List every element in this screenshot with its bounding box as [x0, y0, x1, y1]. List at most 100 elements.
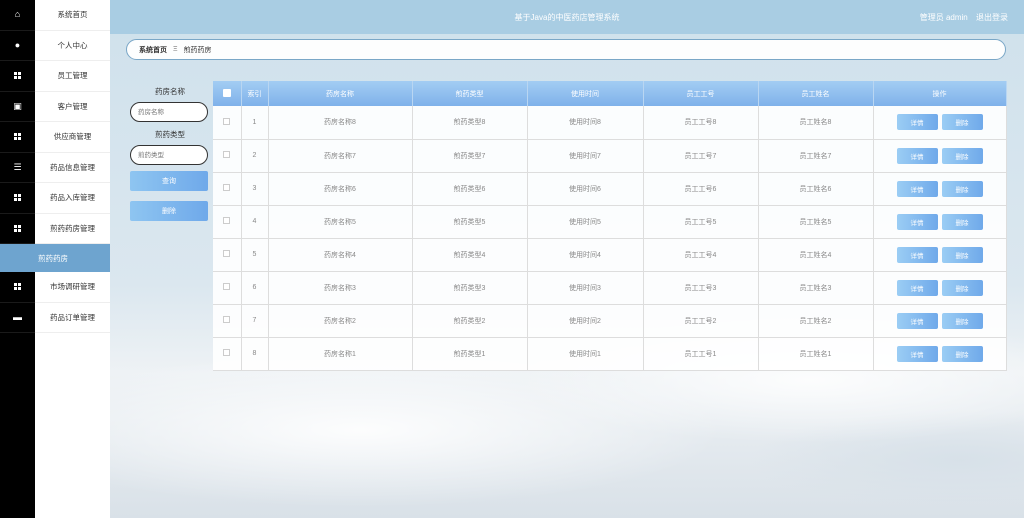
monitor-icon[interactable]: ▬	[0, 303, 35, 333]
row-actions: 详情 删除	[873, 172, 1007, 206]
row-emp-no: 员工工号7	[643, 139, 759, 173]
detail-button[interactable]: 详情	[896, 246, 938, 263]
row-actions: 详情 删除	[873, 337, 1007, 371]
home-icon[interactable]: ⌂	[0, 0, 35, 31]
user-area: 管理员 admin 退出登录	[914, 12, 1008, 23]
sidebar-item-profile[interactable]: 个人中心	[35, 31, 110, 61]
delete-button[interactable]: 删除	[941, 279, 983, 296]
type-search-input[interactable]	[130, 145, 208, 165]
row-time: 使用时间3	[527, 271, 644, 305]
column-header: 使用时间	[527, 81, 644, 106]
name-search-input[interactable]	[130, 102, 208, 122]
detail-button[interactable]: 详情	[896, 180, 938, 197]
search-panel: 药房名称 煎药类型 查询 删除	[130, 86, 210, 221]
row-checkbox-cell	[213, 271, 242, 305]
row-emp-no: 员工工号8	[643, 106, 759, 140]
list-icon[interactable]: ☰	[0, 153, 35, 183]
grid-icon[interactable]	[0, 272, 35, 303]
table-header-row: 索引 药房名称 煎药类型 使用时间 员工工号 员工姓名 操作	[213, 81, 1007, 106]
delete-button[interactable]: 删除	[941, 147, 983, 164]
row-time: 使用时间2	[527, 304, 644, 338]
select-all-checkbox[interactable]	[222, 88, 231, 97]
table-row: 4 药房名称5 煎药类型5 使用时间5 员工工号5 员工姓名5 详情 删除	[213, 205, 1007, 239]
row-checkbox-cell	[213, 205, 242, 239]
delete-button[interactable]: 删除	[941, 114, 983, 131]
type-label: 煎药类型	[155, 130, 185, 139]
grid-icon[interactable]	[0, 122, 35, 153]
batch-delete-button[interactable]: 删除	[130, 201, 208, 221]
row-emp-no: 员工工号2	[643, 304, 759, 338]
row-emp-no: 员工工号4	[643, 238, 759, 272]
row-checkbox[interactable]	[223, 316, 231, 323]
detail-button[interactable]: 详情	[896, 114, 938, 131]
breadcrumb: 系统首页 Ξ 煎药药房	[126, 39, 1006, 60]
detail-button[interactable]: 详情	[896, 345, 938, 362]
table-row: 3 药房名称6 煎药类型6 使用时间6 员工工号6 员工姓名6 详情 删除	[213, 172, 1007, 206]
select-all-cell[interactable]	[213, 81, 242, 106]
row-emp-no: 员工工号1	[643, 337, 759, 371]
row-checkbox[interactable]	[223, 349, 231, 356]
row-time: 使用时间8	[527, 106, 644, 140]
detail-button[interactable]: 详情	[896, 279, 938, 296]
sidebar-item-market-research[interactable]: 市场调研管理	[35, 272, 110, 303]
column-header: 操作	[873, 81, 1007, 106]
sidebar-item-decoction-room[interactable]: 煎药药房	[0, 244, 110, 272]
query-button[interactable]: 查询	[130, 171, 208, 191]
column-header: 员工姓名	[758, 81, 874, 106]
row-checkbox[interactable]	[223, 117, 231, 125]
row-emp-name: 员工姓名2	[758, 304, 874, 338]
row-time: 使用时间4	[527, 238, 644, 272]
row-actions: 详情 删除	[873, 271, 1007, 305]
row-checkbox[interactable]	[223, 151, 231, 158]
grid-icon[interactable]	[0, 214, 35, 244]
row-checkbox-cell	[213, 337, 242, 371]
row-emp-no: 员工工号3	[643, 271, 759, 305]
delete-button[interactable]: 删除	[941, 180, 983, 197]
row-emp-name: 员工姓名6	[758, 172, 874, 206]
row-type: 煎药类型4	[412, 238, 528, 272]
row-actions: 详情 删除	[873, 205, 1007, 239]
row-checkbox[interactable]	[223, 283, 231, 290]
detail-button[interactable]: 详情	[896, 213, 938, 230]
row-name: 药房名称1	[268, 337, 413, 371]
row-checkbox[interactable]	[223, 217, 231, 224]
row-checkbox[interactable]	[223, 250, 231, 257]
row-checkbox-cell	[213, 106, 242, 140]
grid-icon[interactable]	[0, 61, 35, 92]
delete-button[interactable]: 删除	[941, 246, 983, 263]
row-type: 煎药类型8	[412, 106, 528, 140]
sidebar-item-home[interactable]: 系统首页	[35, 0, 110, 31]
row-type: 煎药类型6	[412, 172, 528, 206]
delete-button[interactable]: 删除	[941, 312, 983, 329]
row-checkbox[interactable]	[223, 184, 231, 191]
sidebar-item-decoction-mgmt[interactable]: 煎药药房管理	[35, 214, 110, 244]
table-row: 1 药房名称8 煎药类型8 使用时间8 员工工号8 员工姓名8 详情 删除	[213, 106, 1007, 140]
row-time: 使用时间1	[527, 337, 644, 371]
sidebar-item-orders[interactable]: 药品订单管理	[35, 303, 110, 333]
sidebar-item-stock-in[interactable]: 药品入库管理	[35, 183, 110, 214]
row-emp-name: 员工姓名1	[758, 337, 874, 371]
sidebar-item-customers[interactable]: 客户管理	[35, 92, 110, 122]
detail-button[interactable]: 详情	[896, 312, 938, 329]
grid-icon[interactable]	[0, 183, 35, 214]
row-index: 2	[241, 139, 269, 173]
column-header: 索引	[241, 81, 269, 106]
row-time: 使用时间7	[527, 139, 644, 173]
user-icon[interactable]: ●	[0, 31, 35, 61]
logout-link[interactable]: 退出登录	[976, 13, 1008, 22]
row-emp-name: 员工姓名3	[758, 271, 874, 305]
detail-button[interactable]: 详情	[896, 147, 938, 164]
delete-button[interactable]: 删除	[941, 213, 983, 230]
sidebar-item-suppliers[interactable]: 供应商管理	[35, 122, 110, 153]
sidebar-item-employees[interactable]: 员工管理	[35, 61, 110, 92]
row-emp-name: 员工姓名5	[758, 205, 874, 239]
row-actions: 详情 删除	[873, 304, 1007, 338]
delete-button[interactable]: 删除	[941, 345, 983, 362]
row-checkbox-cell	[213, 238, 242, 272]
table-row: 5 药房名称4 煎药类型4 使用时间4 员工工号4 员工姓名4 详情 删除	[213, 238, 1007, 272]
clipboard-icon[interactable]: ▣	[0, 92, 35, 122]
sidebar-item-drug-info[interactable]: 药品信息管理	[35, 153, 110, 183]
row-index: 4	[241, 205, 269, 239]
breadcrumb-home[interactable]: 系统首页	[139, 45, 167, 55]
breadcrumb-current: 煎药药房	[183, 46, 212, 54]
